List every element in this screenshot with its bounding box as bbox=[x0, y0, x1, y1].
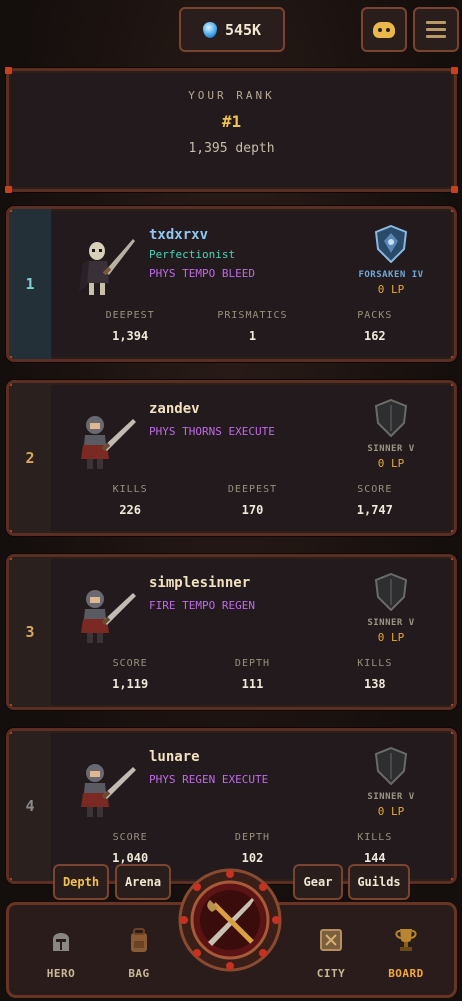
tab-guilds[interactable]: Guilds bbox=[348, 864, 410, 900]
skeleton-hero-sprite bbox=[79, 239, 135, 295]
knight-hero-sprite bbox=[81, 764, 136, 817]
player-stats: SCORE 1,040 DEPTH 102 KILLS 144 bbox=[51, 832, 454, 865]
rank-badge: SINNER V 0 LP bbox=[350, 398, 432, 470]
menu-icon bbox=[426, 21, 446, 38]
badge-name: SINNER V bbox=[367, 444, 415, 454]
rank-badge: SINNER V 0 LP bbox=[350, 572, 432, 644]
nav-city[interactable]: CITY bbox=[301, 925, 361, 980]
badge-lp: 0 LP bbox=[377, 805, 405, 818]
tab-gear[interactable]: Gear bbox=[293, 864, 343, 900]
nav-bag[interactable]: BAG bbox=[109, 925, 169, 980]
tab-arena[interactable]: Arena bbox=[115, 864, 171, 900]
player-name: lunare bbox=[149, 749, 200, 765]
knight-hero-sprite bbox=[81, 416, 136, 469]
stat-label: PRISMATICS bbox=[217, 310, 288, 321]
player-build-tags: PHYS REGEN EXECUTE bbox=[149, 773, 269, 786]
row-position: 1 bbox=[9, 209, 51, 359]
your-rank-depth: 1,395 depth bbox=[188, 141, 275, 156]
player-title: Perfectionist bbox=[149, 248, 236, 261]
stat-value: 162 bbox=[363, 329, 386, 343]
knight-hero-sprite bbox=[81, 590, 136, 643]
stat-label: SCORE bbox=[357, 484, 393, 495]
player-stats: SCORE 1,119 DEPTH 111 KILLS 138 bbox=[51, 658, 454, 691]
stat-value: 111 bbox=[241, 677, 264, 691]
stat-value: 144 bbox=[363, 851, 386, 865]
city-map-icon bbox=[320, 929, 342, 951]
currency-value: 545K bbox=[224, 20, 262, 39]
player-build-tags: PHYS THORNS EXECUTE bbox=[149, 425, 275, 438]
your-rank-panel: YOUR RANK #1 1,395 depth bbox=[5, 67, 458, 193]
nav-hero[interactable]: HERO bbox=[31, 925, 91, 980]
stat-label: SCORE bbox=[112, 658, 148, 669]
leaderboard-row[interactable]: 2 zandev PHYS THORNS EXECUTE SINNER V 0 … bbox=[6, 380, 457, 536]
badge-name: FORSAKEN IV bbox=[358, 270, 424, 280]
trophy-icon bbox=[395, 929, 417, 951]
player-name: simplesinner bbox=[149, 575, 251, 591]
stat-label: DEPTH bbox=[234, 832, 271, 843]
nav-city-label: CITY bbox=[316, 967, 346, 980]
badge-lp: 0 LP bbox=[377, 457, 405, 470]
nav-bag-label: BAG bbox=[128, 967, 150, 980]
stat-value: 102 bbox=[241, 851, 264, 865]
rank-badge: SINNER V 0 LP bbox=[350, 746, 432, 818]
row-position: 2 bbox=[9, 383, 51, 533]
row-position: 4 bbox=[9, 731, 51, 881]
your-rank-label: YOUR RANK bbox=[188, 89, 275, 102]
badge-name: SINNER V bbox=[367, 618, 415, 628]
nav-hero-label: HERO bbox=[46, 967, 76, 980]
stat-label: SCORE bbox=[112, 832, 148, 843]
stat-value: 1,394 bbox=[112, 329, 149, 343]
player-stats: DEEPEST 1,394 PRISMATICS 1 PACKS 162 bbox=[51, 310, 454, 343]
stat-label: KILLS bbox=[357, 832, 393, 843]
helmet-icon bbox=[53, 933, 69, 951]
badge-name: SINNER V bbox=[367, 792, 415, 802]
stat-value: 170 bbox=[241, 503, 264, 517]
forsaken-shield-icon bbox=[374, 224, 408, 264]
stat-value: 226 bbox=[119, 503, 141, 517]
stat-label: KILLS bbox=[112, 484, 148, 495]
menu-button[interactable] bbox=[413, 7, 459, 52]
sinner-shield-icon bbox=[374, 746, 408, 786]
player-name: txdxrxv bbox=[149, 227, 209, 243]
leaderboard-row[interactable]: 3 simplesinner FIRE TEMPO REGEN SINNER V… bbox=[6, 554, 457, 710]
badge-lp: 0 LP bbox=[377, 631, 405, 644]
stat-value: 138 bbox=[363, 677, 386, 691]
stat-value: 1,747 bbox=[356, 503, 393, 517]
backpack-icon bbox=[131, 928, 147, 952]
tab-depth[interactable]: Depth bbox=[53, 864, 109, 900]
nav-board[interactable]: BOARD bbox=[376, 925, 436, 980]
your-rank-number: #1 bbox=[221, 112, 242, 131]
leaderboard-row[interactable]: 4 lunare PHYS REGEN EXECUTE SINNER V 0 L… bbox=[6, 728, 457, 884]
nav-board-label: BOARD bbox=[388, 967, 424, 980]
stat-label: PACKS bbox=[357, 310, 393, 321]
stat-label: DEPTH bbox=[234, 658, 271, 669]
stat-value: 1 bbox=[248, 329, 257, 343]
soul-gem-icon bbox=[202, 21, 217, 38]
stat-label: DEEPEST bbox=[105, 310, 155, 321]
stat-value: 1,119 bbox=[112, 677, 149, 691]
player-name: zandev bbox=[149, 401, 200, 417]
battle-medallion-button[interactable] bbox=[178, 868, 282, 972]
leaderboard-row[interactable]: 1 txdxrxv Perfectionist PHYS TEMPO BLEED… bbox=[6, 206, 457, 362]
stat-label: KILLS bbox=[357, 658, 393, 669]
badge-lp: 0 LP bbox=[377, 283, 405, 296]
sinner-shield-icon bbox=[374, 398, 408, 438]
player-build-tags: PHYS TEMPO BLEED bbox=[149, 267, 255, 280]
stat-value: 1,040 bbox=[112, 851, 149, 865]
discord-button[interactable] bbox=[361, 7, 407, 52]
player-build-tags: FIRE TEMPO REGEN bbox=[149, 599, 255, 612]
discord-icon bbox=[373, 21, 395, 38]
rank-badge: FORSAKEN IV 0 LP bbox=[350, 224, 432, 296]
stat-label: DEEPEST bbox=[227, 484, 278, 495]
sinner-shield-icon bbox=[374, 572, 408, 612]
row-position: 3 bbox=[9, 557, 51, 707]
currency-display[interactable]: 545K bbox=[179, 7, 285, 52]
player-stats: KILLS 226 DEEPEST 170 SCORE 1,747 bbox=[51, 484, 454, 517]
